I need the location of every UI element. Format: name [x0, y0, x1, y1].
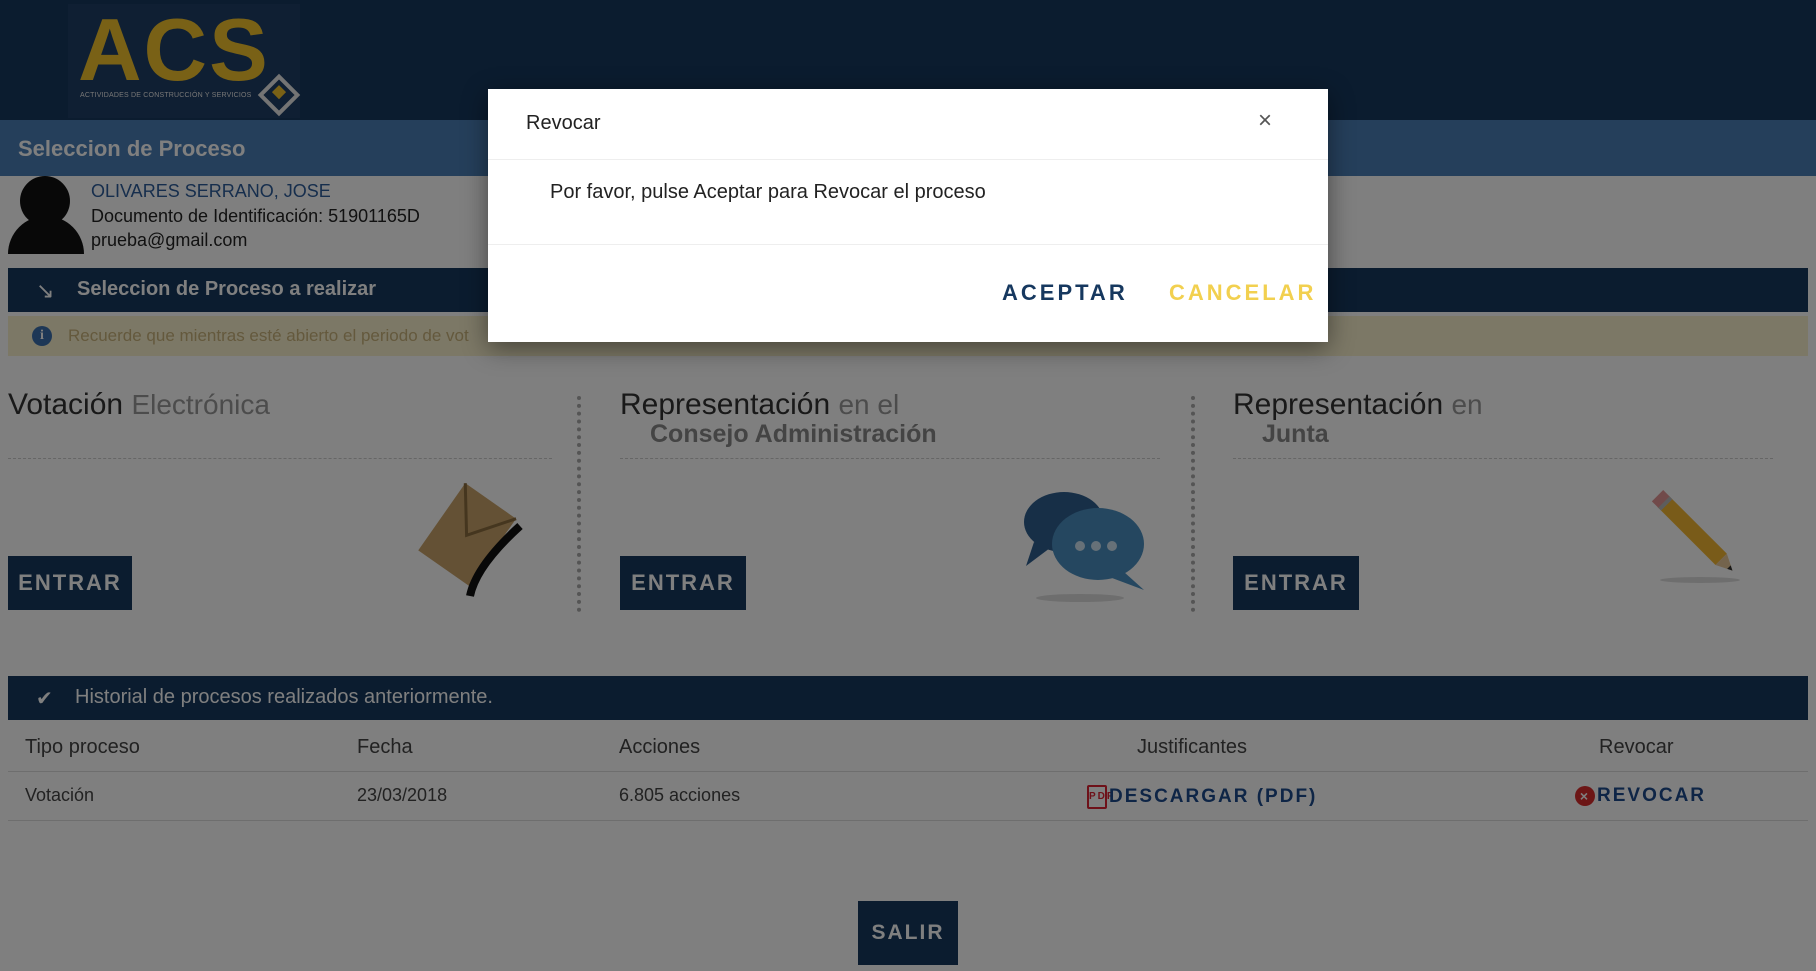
cancel-button[interactable]: CANCELAR	[1163, 279, 1322, 307]
modal-message: Por favor, pulse Aceptar para Revocar el…	[550, 181, 986, 203]
close-icon[interactable]: ×	[1258, 107, 1272, 135]
accept-button[interactable]: ACEPTAR	[996, 279, 1134, 307]
divider	[488, 244, 1328, 245]
revoke-modal: Revocar × Por favor, pulse Aceptar para …	[488, 89, 1328, 342]
modal-title: Revocar	[526, 112, 601, 134]
modal-header: Revocar ×	[488, 89, 1328, 160]
